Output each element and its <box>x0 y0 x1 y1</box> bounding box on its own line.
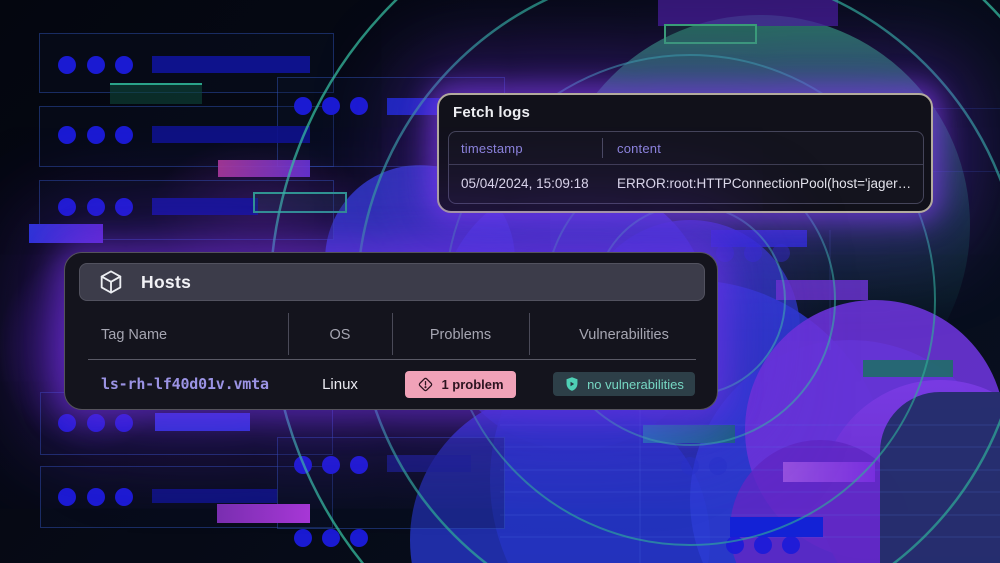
header-rule <box>88 359 696 360</box>
hosts-panel-header: Hosts <box>79 263 705 301</box>
log-table-row[interactable]: 05/04/2024, 15:09:18 ERROR:root:HTTPConn… <box>449 165 923 204</box>
vulnerabilities-badge-label: no vulnerabilities <box>587 377 684 392</box>
shield-icon <box>564 376 580 392</box>
log-content-cell: ERROR:root:HTTPConnectionPool(host='jage… <box>617 176 911 191</box>
column-divider <box>392 313 393 355</box>
hosts-title: Hosts <box>141 272 191 293</box>
hero-scene: Fetch logs timestamp content 05/04/2024,… <box>0 0 1000 563</box>
problems-badge[interactable]: 1 problem <box>405 371 515 398</box>
column-header-problems: Problems <box>392 327 529 343</box>
fetch-logs-table: timestamp content 05/04/2024, 15:09:18 E… <box>448 131 924 204</box>
fetch-logs-title: Fetch logs <box>453 104 530 121</box>
log-timestamp-cell: 05/04/2024, 15:09:18 <box>461 176 589 191</box>
host-tag-name-link[interactable]: ls-rh-lf40d01v.vmta <box>65 375 288 393</box>
column-header-vulnerabilities: Vulnerabilities <box>529 327 719 343</box>
column-header-content: content <box>617 141 661 156</box>
fetch-logs-panel: Fetch logs timestamp content 05/04/2024,… <box>437 93 933 213</box>
column-divider <box>288 313 289 355</box>
hosts-panel: Hosts Tag Name OS Problems Vulnerabiliti… <box>64 252 718 410</box>
problems-badge-label: 1 problem <box>441 377 503 392</box>
column-header-timestamp: timestamp <box>461 141 523 156</box>
host-table-row[interactable]: ls-rh-lf40d01v.vmta Linux 1 problem <box>65 363 719 405</box>
column-divider <box>602 138 603 158</box>
diamond-alert-icon <box>417 376 434 393</box>
host-os-cell: Linux <box>288 376 392 393</box>
column-header-os: OS <box>288 327 392 343</box>
column-header-tag-name: Tag Name <box>65 327 288 343</box>
column-divider <box>529 313 530 355</box>
cube-icon <box>98 269 124 295</box>
vulnerabilities-badge[interactable]: no vulnerabilities <box>553 372 695 396</box>
fetch-logs-table-header: timestamp content <box>449 132 923 165</box>
